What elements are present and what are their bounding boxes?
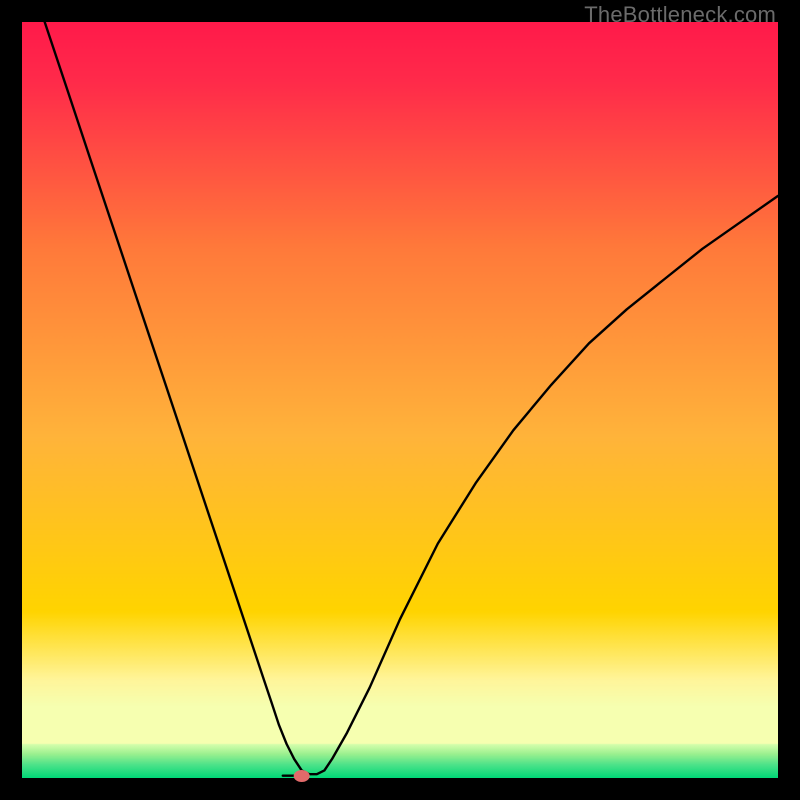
bottleneck-curve	[45, 22, 778, 774]
optimal-point-marker	[294, 770, 310, 782]
chart-svg	[22, 22, 778, 778]
